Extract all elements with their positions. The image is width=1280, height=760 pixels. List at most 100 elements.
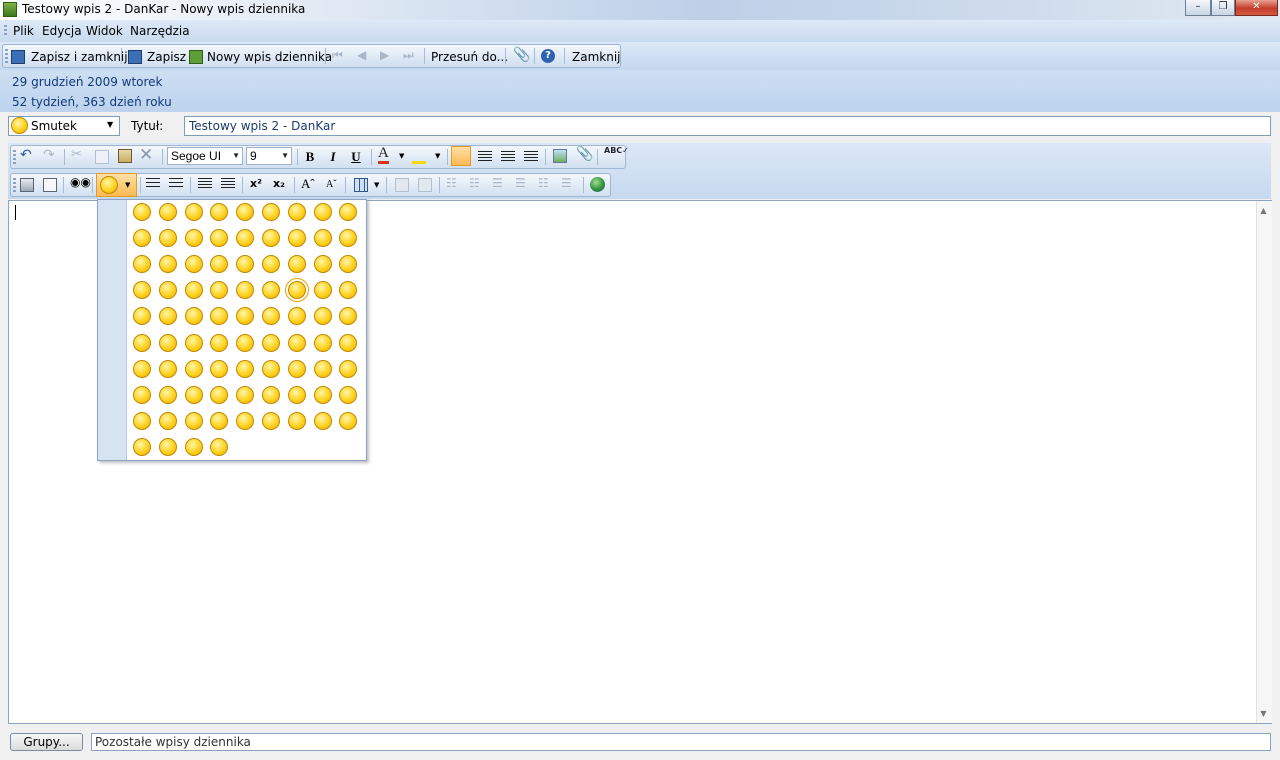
emoticon-2-icon[interactable]: [159, 203, 177, 221]
align-right-icon[interactable]: [501, 151, 515, 161]
highlight-icon[interactable]: [412, 150, 426, 164]
emoticon-50-icon[interactable]: [236, 334, 254, 352]
emoticon-55-icon[interactable]: [133, 360, 151, 378]
emoticon-10-icon[interactable]: [133, 229, 151, 247]
emoticon-34-icon[interactable]: [285, 278, 309, 302]
emoticon-1-icon[interactable]: [133, 203, 151, 221]
paste-icon[interactable]: [118, 149, 132, 163]
emoticon-41-icon[interactable]: [236, 307, 254, 325]
emoticon-81-icon[interactable]: [339, 412, 357, 430]
emoticon-68-icon[interactable]: [236, 386, 254, 404]
emoticon-8-icon[interactable]: [314, 203, 332, 221]
new-entry-button[interactable]: Nowy wpis dziennika: [207, 50, 332, 64]
chevron-down-icon[interactable]: ▼: [435, 152, 440, 160]
menu-plik[interactable]: Plik: [13, 24, 34, 38]
scroll-down-icon[interactable]: ▼: [1256, 706, 1271, 721]
emoticon-43-icon[interactable]: [288, 307, 306, 325]
emoticon-78-icon[interactable]: [262, 412, 280, 430]
table-properties-icon[interactable]: [395, 178, 409, 192]
shrink-font-icon[interactable]: Aˇ: [326, 179, 337, 190]
superscript-icon[interactable]: x²: [250, 177, 262, 190]
print-icon[interactable]: [20, 178, 34, 192]
emoticon-75-icon[interactable]: [185, 412, 203, 430]
emoticon-85-icon[interactable]: [210, 438, 228, 456]
emoticon-45-icon[interactable]: [339, 307, 357, 325]
copy-icon[interactable]: [95, 150, 109, 164]
emoticon-7-icon[interactable]: [288, 203, 306, 221]
emoticon-21-icon[interactable]: [185, 255, 203, 273]
cut-icon[interactable]: ✂: [71, 147, 82, 162]
emoticon-80-icon[interactable]: [314, 412, 332, 430]
decrease-indent-icon[interactable]: [198, 178, 212, 190]
first-record-icon[interactable]: ⏮: [332, 48, 343, 63]
save-button[interactable]: Zapisz: [147, 50, 186, 64]
emoticon-36-icon[interactable]: [339, 281, 357, 299]
emoticon-46-icon[interactable]: [133, 334, 151, 352]
insert-table-icon[interactable]: [354, 178, 368, 192]
emoticon-31-icon[interactable]: [210, 281, 228, 299]
subscript-icon[interactable]: x₂: [273, 177, 285, 190]
close-button[interactable]: Zamknij: [572, 50, 621, 64]
underline-button[interactable]: U: [347, 148, 365, 166]
font-size-select[interactable]: 9 ▼: [246, 147, 292, 165]
emoticon-38-icon[interactable]: [159, 307, 177, 325]
emoticon-82-icon[interactable]: [133, 438, 151, 456]
emoticon-18-icon[interactable]: [339, 229, 357, 247]
emoticon-29-icon[interactable]: [159, 281, 177, 299]
emoticon-70-icon[interactable]: [288, 386, 306, 404]
emoticon-71-icon[interactable]: [314, 386, 332, 404]
attachment-icon[interactable]: 📎: [513, 47, 530, 63]
emoticon-69-icon[interactable]: [262, 386, 280, 404]
emoticon-22-icon[interactable]: [210, 255, 228, 273]
insert-attachment-icon[interactable]: 📎: [576, 146, 593, 162]
scroll-up-icon[interactable]: ▲: [1256, 203, 1271, 218]
move-to-button[interactable]: Przesuń do...: [431, 50, 508, 64]
insert-row-above-icon[interactable]: ☷: [446, 176, 457, 190]
emoticon-61-icon[interactable]: [288, 360, 306, 378]
align-center-icon[interactable]: [478, 151, 492, 161]
emoticon-52-icon[interactable]: [288, 334, 306, 352]
save-close-button[interactable]: Zapisz i zamknij: [31, 50, 128, 64]
find-icon[interactable]: ◉◉: [70, 175, 91, 189]
font-family-select[interactable]: Segoe UI ▼: [167, 147, 243, 165]
numbered-list-icon[interactable]: [169, 178, 183, 190]
title-input[interactable]: Testowy wpis 2 - DanKar: [184, 116, 1271, 136]
emoticon-49-icon[interactable]: [210, 334, 228, 352]
cell-properties-icon[interactable]: [418, 178, 432, 192]
chevron-down-icon[interactable]: ▼: [399, 152, 404, 160]
emoticon-12-icon[interactable]: [185, 229, 203, 247]
emoticon-20-icon[interactable]: [159, 255, 177, 273]
emoticon-66-icon[interactable]: [185, 386, 203, 404]
emoticon-83-icon[interactable]: [159, 438, 177, 456]
emoticon-16-icon[interactable]: [288, 229, 306, 247]
insert-row-below-icon[interactable]: ☷: [469, 176, 480, 190]
emoticon-56-icon[interactable]: [159, 360, 177, 378]
emoticon-3-icon[interactable]: [185, 203, 203, 221]
emoticon-19-icon[interactable]: [133, 255, 151, 273]
emoticon-63-icon[interactable]: [339, 360, 357, 378]
close-window-icon[interactable]: ✕: [1235, 0, 1278, 16]
justify-icon[interactable]: [524, 151, 538, 161]
next-record-icon[interactable]: ▶: [380, 48, 389, 62]
groups-button[interactable]: Grupy...: [10, 733, 83, 751]
menu-narzedzia[interactable]: Narzędzia: [130, 24, 190, 38]
emoticon-9-icon[interactable]: [339, 203, 357, 221]
emoticon-58-icon[interactable]: [210, 360, 228, 378]
bullet-list-icon[interactable]: [146, 178, 160, 190]
emoticon-76-icon[interactable]: [210, 412, 228, 430]
minimize-icon[interactable]: –: [1185, 0, 1211, 16]
insert-link-icon[interactable]: [590, 177, 605, 192]
emoticon-24-icon[interactable]: [262, 255, 280, 273]
emoticon-6-icon[interactable]: [262, 203, 280, 221]
emoticon-23-icon[interactable]: [236, 255, 254, 273]
maximize-icon[interactable]: ❐: [1211, 0, 1235, 16]
emoticon-77-icon[interactable]: [236, 412, 254, 430]
editor-scrollbar[interactable]: [1256, 201, 1272, 723]
emoticon-17-icon[interactable]: [314, 229, 332, 247]
emoticon-39-icon[interactable]: [185, 307, 203, 325]
emoticon-37-icon[interactable]: [133, 307, 151, 325]
align-left-icon[interactable]: [451, 146, 471, 166]
emoticon-59-icon[interactable]: [236, 360, 254, 378]
emoticon-32-icon[interactable]: [236, 281, 254, 299]
delete-column-icon[interactable]: ☰: [561, 176, 572, 190]
